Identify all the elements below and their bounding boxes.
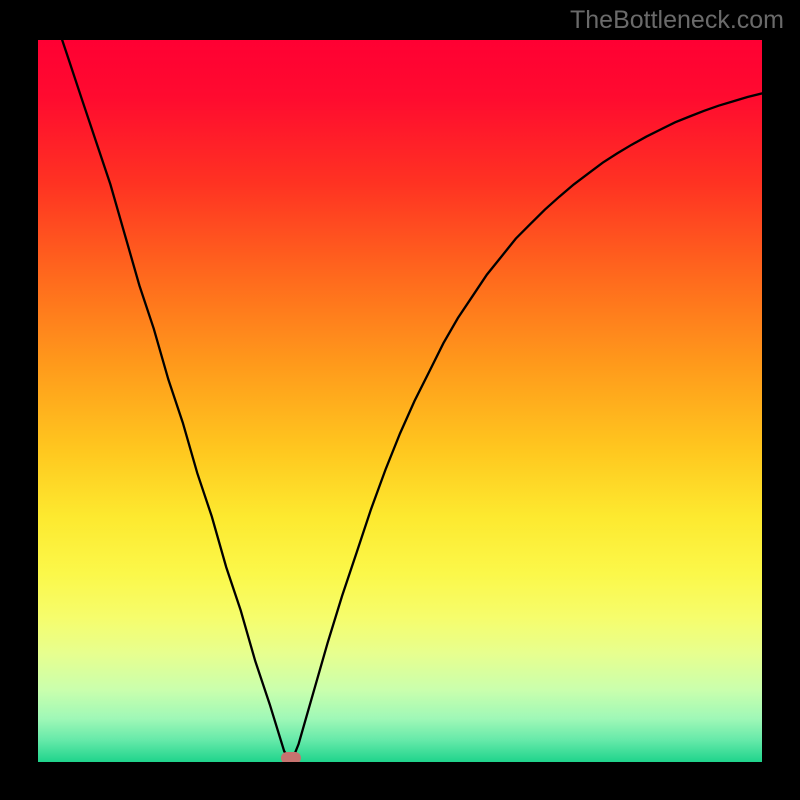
watermark-text: TheBottleneck.com	[570, 6, 784, 35]
chart-frame: TheBottleneck.com	[0, 0, 800, 800]
optimum-marker	[281, 752, 301, 762]
plot-area	[38, 40, 762, 762]
bottleneck-curve	[38, 40, 762, 762]
